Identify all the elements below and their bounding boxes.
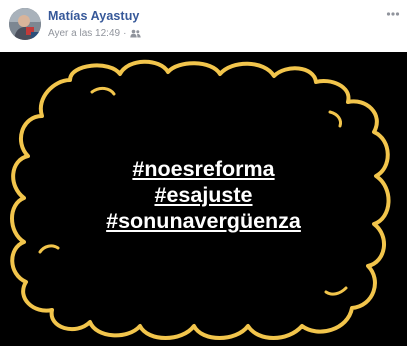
meta-separator: · [123,28,127,39]
avatar-photo [9,8,41,40]
hashtag-noesreforma[interactable]: #noesreforma [0,156,407,182]
facebook-post: Matías Ayastuy Ayer a las 12:49 · #noesr… [0,0,407,346]
friends-icon[interactable] [130,29,142,38]
author-avatar[interactable] [9,8,41,40]
post-header: Matías Ayastuy Ayer a las 12:49 · [0,0,407,52]
hashtag-esajuste[interactable]: #esajuste [0,182,407,208]
more-options-icon[interactable] [386,9,400,19]
hashtag-sonunaverguenza[interactable]: #sonunavergüenza [0,208,407,234]
post-image[interactable]: #noesreforma #esajuste #sonunavergüenza [0,52,407,346]
author-name[interactable]: Matías Ayastuy [48,9,139,23]
post-timestamp[interactable]: Ayer a las 12:49 [48,28,120,39]
hashtag-block: #noesreforma #esajuste #sonunavergüenza [0,156,407,234]
post-meta: Ayer a las 12:49 · [48,28,142,39]
